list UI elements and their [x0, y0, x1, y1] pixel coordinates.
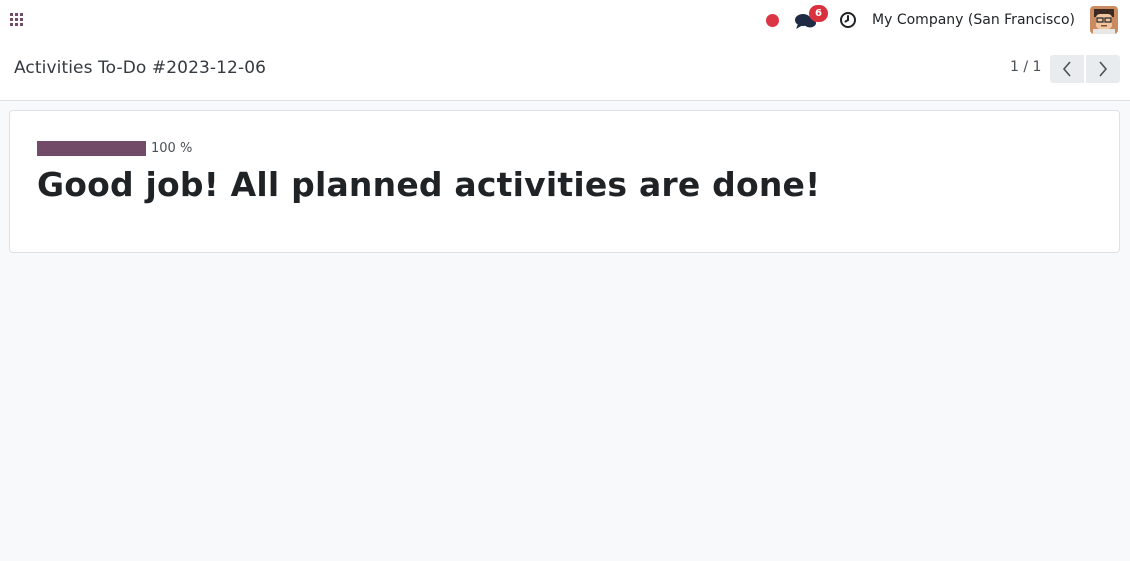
top-navbar: 6 My Company (San Francisco): [0, 0, 1130, 40]
progress-bar: [37, 141, 146, 156]
clock-icon[interactable]: [839, 11, 857, 29]
completion-message: Good job! All planned activities are don…: [37, 165, 821, 204]
breadcrumb: Activities To-Do #2023-12-06: [14, 58, 267, 78]
pager-previous-button[interactable]: [1050, 55, 1084, 83]
company-switcher[interactable]: My Company (San Francisco): [872, 12, 1075, 28]
red-dot-icon[interactable]: [766, 13, 780, 27]
pager-value[interactable]: 1 / 1: [1010, 59, 1041, 75]
messaging-menu-button[interactable]: 6: [795, 5, 829, 30]
progress-label: 100 %: [151, 141, 193, 156]
message-count-badge: 6: [809, 5, 829, 22]
activities-done-card: 100 % Good job! All planned activities a…: [9, 110, 1120, 253]
control-panel: Activities To-Do #2023-12-06 1 / 1: [0, 40, 1130, 101]
progress-bar-fill: [37, 141, 146, 156]
chevron-right-icon: [1099, 61, 1108, 77]
grid-icon[interactable]: [10, 13, 24, 27]
systray: 6 My Company (San Francisco): [766, 0, 1118, 40]
chevron-left-icon: [1062, 61, 1071, 77]
avatar[interactable]: [1090, 6, 1118, 34]
pager-next-button[interactable]: [1086, 55, 1120, 83]
